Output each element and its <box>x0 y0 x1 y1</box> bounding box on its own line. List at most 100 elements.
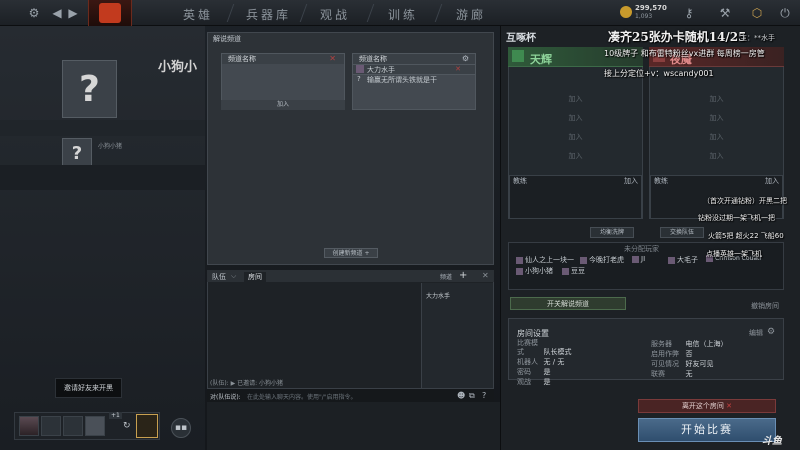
dota-logo-icon <box>99 3 121 23</box>
tab-watch[interactable]: 观战 <box>320 6 350 23</box>
chat-input[interactable]: 在此处输入聊天内容。使用"/"启用指令。 <box>247 392 357 401</box>
edit-settings-button[interactable]: 编辑 <box>749 328 763 338</box>
create-channel-button[interactable]: 创建新频道 + <box>324 248 378 258</box>
join-slot[interactable]: 加入 <box>650 90 783 109</box>
radiant-coach-box <box>509 175 642 219</box>
radiant-coach-join[interactable]: 加入 <box>624 176 638 186</box>
chat-tab-room[interactable]: 房间 <box>244 272 266 282</box>
chat-member[interactable]: 大力水手 <box>422 283 493 300</box>
plus-icon: + <box>364 250 370 257</box>
dota-logo-button[interactable] <box>88 0 132 28</box>
dota-lobby-screen: ⚙ ◀ ▶ 英雄 兵器库 观战 训练 游廊 299,570 1,093 ⚷ ⚒ … <box>0 0 800 450</box>
join-slot[interactable]: 加入 <box>509 128 642 147</box>
overlay-side-4: 点播英雄一架飞机 <box>706 250 762 258</box>
add-channel-icon[interactable]: + <box>459 270 467 281</box>
help-icon[interactable]: ? <box>482 391 486 400</box>
overlay-line2: 接上分定位+v：wscandy001 <box>604 69 714 78</box>
unassigned-player[interactable]: 豆豆 <box>562 266 585 276</box>
chevron-down-icon[interactable]: ⌵ <box>231 272 236 281</box>
channel-row[interactable]: 输赢无所谓头铁就是干 <box>353 74 475 84</box>
gear-icon[interactable]: ⚙ <box>767 327 775 337</box>
channel-list-right: 频道名称 ⚙ 大力水手 输赢无所谓头铁就是干 ? ✕ <box>352 53 476 110</box>
unassigned-player[interactable]: 仙人之上一块一 <box>516 255 574 265</box>
join-slot[interactable]: 加入 <box>509 90 642 109</box>
forward-arrow-icon[interactable]: ▶ <box>64 4 82 22</box>
setting-label: 比赛模式 <box>517 339 538 356</box>
unassigned-label: 未分配玩家 <box>624 245 659 253</box>
chat-tab-team[interactable]: 队伍 <box>212 272 226 282</box>
close-icon[interactable]: ✕ <box>482 271 489 280</box>
setting-value: 队长模式 <box>543 348 572 356</box>
tools-icon[interactable]: ⚒ <box>716 4 734 22</box>
chat-member-list: 大力水手 <box>421 283 493 388</box>
shard-amount: 1,093 <box>635 13 653 20</box>
tab-armory[interactable]: 兵器库 <box>246 6 291 23</box>
setting-value: 电信（上海） <box>685 340 728 348</box>
swap-teams-button[interactable]: 交换队伍 <box>660 227 704 238</box>
join-slot[interactable]: 加入 <box>509 147 642 166</box>
bottom-strip <box>207 402 500 450</box>
tab-heroes[interactable]: 英雄 <box>183 6 213 23</box>
tab-arcade[interactable]: 游廊 <box>456 6 486 23</box>
avatar[interactable]: ? <box>62 60 117 118</box>
join-slot[interactable]: 加入 <box>650 128 783 147</box>
radiant-coach-label: 教练 <box>513 177 527 185</box>
overlay-headline: 凑齐25张办卡随机14/25 <box>608 30 747 44</box>
refresh-icon[interactable]: ↻ <box>123 421 133 431</box>
join-slot[interactable]: 加入 <box>650 147 783 166</box>
douyu-watermark: 斗鱼 <box>762 436 782 447</box>
open-caster-channel-button[interactable]: 开关解说频道 <box>510 297 626 310</box>
close-icon[interactable]: ✕ <box>329 54 336 63</box>
channel-header: 频道名称 <box>222 54 344 64</box>
settings-gear-icon[interactable]: ⚙ <box>25 4 43 22</box>
start-game-button[interactable]: 开始比赛 <box>638 418 776 442</box>
gear-icon[interactable]: ⚙ <box>462 54 469 63</box>
setting-value: 否 <box>685 350 693 358</box>
gold-coin-icon <box>620 6 632 18</box>
setting-label: 联赛 <box>651 370 665 378</box>
dire-slots: 加入 加入 加入 加入 <box>650 90 783 166</box>
invite-friends-tooltip: 邀请好友来开黑 <box>55 378 122 398</box>
shuffle-teams-button[interactable]: 均衡洗牌 <box>590 227 634 238</box>
player-name: 豆豆 <box>571 267 585 275</box>
question-icon: ? <box>357 75 361 83</box>
key-icon[interactable]: ⚷ <box>680 4 698 22</box>
setting-label: 观战 <box>517 378 531 386</box>
tab-learn[interactable]: 训练 <box>388 6 418 23</box>
cancel-room-link[interactable]: 撤销房间 <box>751 301 779 311</box>
player-avatar <box>562 267 569 275</box>
party-slot-self[interactable] <box>19 416 39 436</box>
setting-label: 服务器 <box>651 340 672 348</box>
setting-label: 启用作弊 <box>651 350 679 358</box>
party-menu-button[interactable]: ▪▪ <box>171 418 191 438</box>
rank-badge-icon[interactable]: ⬡ <box>748 4 766 22</box>
player-avatar <box>580 256 587 264</box>
room-title: 互啄杯 <box>506 33 536 44</box>
caster-channel-title: 解说频道 <box>213 35 241 43</box>
emoji-icon[interactable]: ☻ <box>457 391 465 400</box>
party-slot[interactable] <box>85 416 105 436</box>
join-slot[interactable]: 加入 <box>650 109 783 128</box>
unassigned-player[interactable]: JI <box>632 255 645 263</box>
party-slot[interactable] <box>63 416 83 436</box>
party-ready-icon[interactable] <box>136 414 158 438</box>
player-name: 仙人之上一块一 <box>525 256 574 264</box>
party-slot[interactable] <box>41 416 61 436</box>
join-channel-button[interactable]: 加入 <box>221 100 345 110</box>
unassigned-player[interactable]: 大毛子 <box>668 255 698 265</box>
remove-icon[interactable]: ✕ <box>455 65 461 73</box>
power-icon[interactable]: ⏻ <box>776 4 794 22</box>
unassigned-player[interactable]: 小狗小猪 <box>516 266 553 276</box>
join-slot[interactable]: 加入 <box>509 109 642 128</box>
overlay-side-1: （首次开通钻粉）开黑二把 <box>703 197 787 205</box>
avatar-small[interactable]: ? <box>62 138 92 168</box>
leave-room-button[interactable]: 离开这个房间 ✕ <box>638 399 776 413</box>
unassigned-player[interactable]: 今晚打老虎 <box>580 255 624 265</box>
radiant-slots: 加入 加入 加入 加入 <box>509 90 642 166</box>
dire-coach-join[interactable]: 加入 <box>765 176 779 186</box>
gold-amount: 299,570 <box>635 4 667 12</box>
settings-left-column: 比赛模式 队长模式 机器人 无 / 无 密码 是 观战 是 <box>517 339 572 387</box>
channel-avatar-icon <box>356 65 364 73</box>
setting-label: 密码 <box>517 368 531 376</box>
send-icon[interactable]: ⧉ <box>469 391 475 401</box>
